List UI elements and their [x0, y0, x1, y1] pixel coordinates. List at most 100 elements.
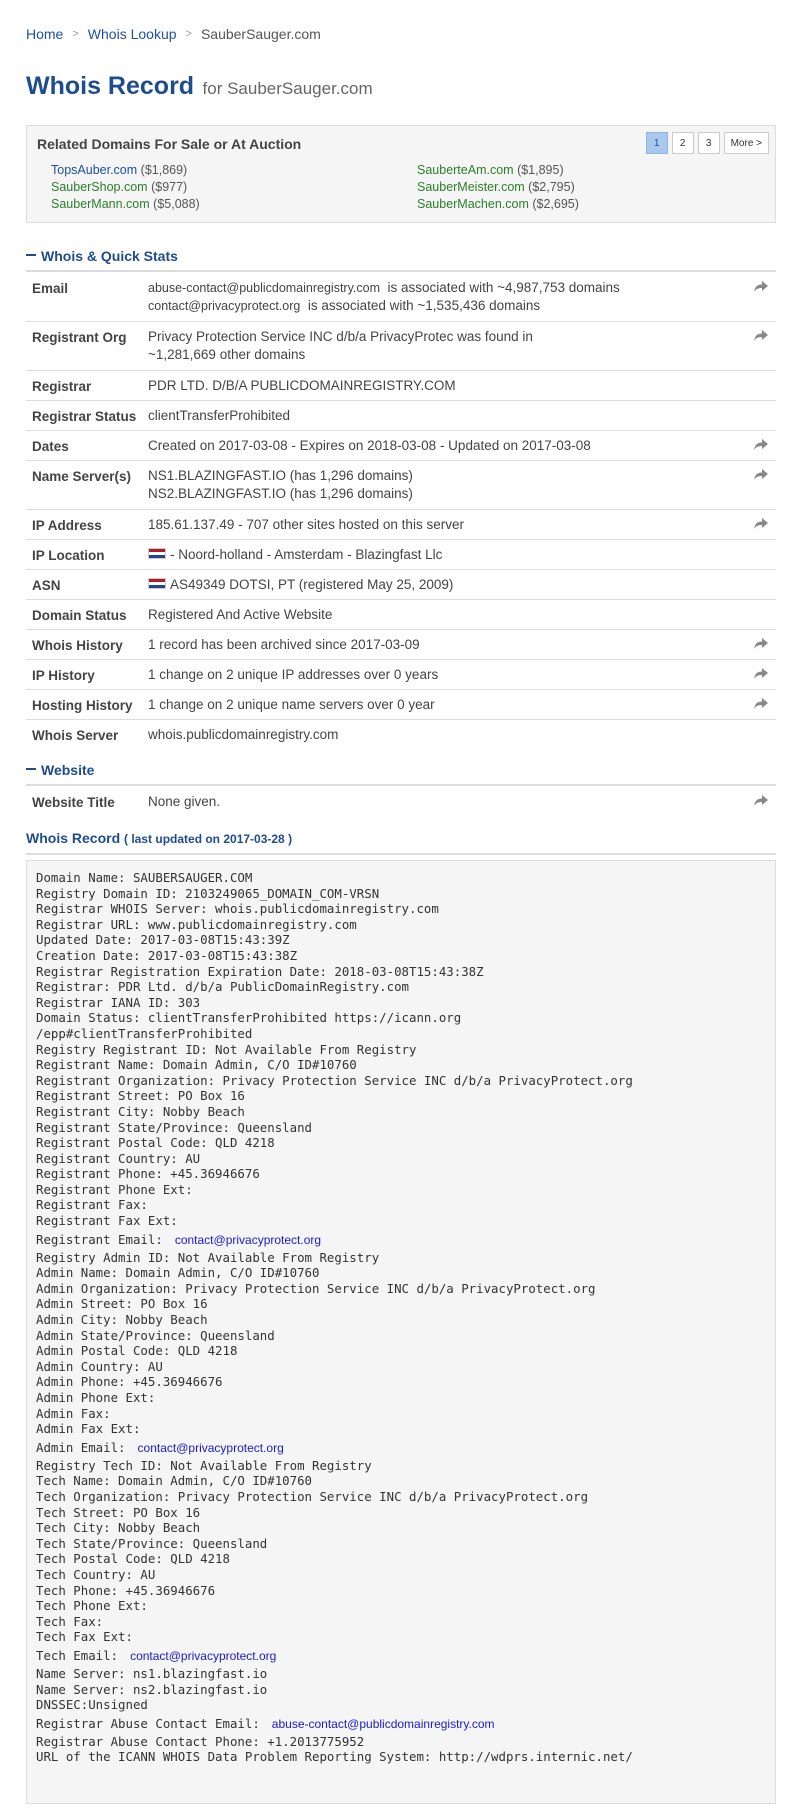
- share-arrow-icon[interactable]: [754, 439, 768, 451]
- whois-record-email-line: Tech Email: contact@privacyprotect.org: [36, 1645, 775, 1666]
- breadcrumb-home-link[interactable]: Home: [26, 26, 63, 42]
- email-address-link[interactable]: contact@privacyprotect.org: [148, 299, 300, 313]
- share-arrow-icon[interactable]: [754, 698, 768, 710]
- quick-stats-heading[interactable]: Whois & Quick Stats: [26, 248, 776, 272]
- share-arrow-icon[interactable]: [754, 518, 768, 530]
- stats-row-registrar: Registrar PDR LTD. D/B/A PUBLICDOMAINREG…: [26, 371, 776, 401]
- related-domain-link[interactable]: SauberMeister.com: [417, 180, 525, 194]
- whois-record-line: Tech City: Nobby Beach: [36, 1520, 201, 1536]
- whois-record-line: Registrant Postal Code: QLD 4218: [36, 1135, 275, 1151]
- share-arrow-icon[interactable]: [754, 668, 768, 680]
- stats-label: Name Server(s): [32, 469, 132, 484]
- whois-record-field-label: Admin Email:: [36, 1439, 126, 1455]
- netherlands-flag-icon: [148, 578, 166, 590]
- related-domain-item: SauberMann.com ($5,088): [51, 197, 417, 211]
- pager-page-2[interactable]: 2: [671, 132, 694, 154]
- whois-record-line: Admin Phone Ext:: [36, 1390, 156, 1405]
- website-heading[interactable]: Website: [26, 762, 776, 786]
- whois-record-line: Tech Fax:: [36, 1613, 104, 1629]
- whois-record-heading: Whois Record ( last updated on 2017-03-2…: [26, 830, 292, 846]
- website-heading-text: Website: [41, 762, 95, 778]
- asn-text: AS49349 DOTSI, PT (registered May 25, 20…: [170, 576, 454, 592]
- quick-stats-table: Email abuse-contact@publicdomainregistry…: [26, 273, 776, 750]
- whois-raw-record: Domain Name: SAUBERSAUGER.COM Registry Do…: [26, 860, 776, 1804]
- stats-value: 1 change on 2 unique name servers over 0…: [148, 696, 435, 712]
- whois-record-line: Admin City: Nobby Beach: [36, 1312, 208, 1328]
- related-domain-link[interactable]: SauberteAm.com: [417, 163, 514, 177]
- whois-record-email-link[interactable]: abuse-contact@publicdomainregistry.com: [272, 1717, 495, 1731]
- whois-record-line: /epp#clientTransferProhibited: [36, 1025, 253, 1041]
- whois-record-heading-text: Whois Record: [26, 830, 121, 846]
- share-arrow-icon[interactable]: [754, 281, 768, 293]
- stats-value: None given.: [148, 794, 221, 809]
- whois-record-email-link[interactable]: contact@privacyprotect.org: [138, 1441, 284, 1455]
- stats-value: PDR LTD. D/B/A PUBLICDOMAINREGISTRY.COM: [148, 377, 456, 393]
- whois-record-line: Registry Admin ID: Not Available From Re…: [36, 1249, 380, 1265]
- whois-record-line: Registrar WHOIS Server: whois.publicdoma…: [36, 901, 439, 917]
- related-domain-link[interactable]: SauberMachen.com: [417, 197, 529, 211]
- whois-record-line: Tech Phone: +45.36946676: [36, 1582, 216, 1598]
- whois-record-email-line: Registrant Email: contact@privacyprotect.…: [36, 1229, 775, 1250]
- stats-value: 1 change on 2 unique IP addresses over 0…: [148, 666, 439, 682]
- related-domain-item: SauberteAm.com ($1,895): [417, 163, 751, 177]
- whois-record-updated: ( last updated on 2017-03-28 ): [124, 832, 293, 846]
- whois-record-line: Name Server: ns1.blazingfast.io: [36, 1665, 268, 1681]
- stats-row-whois-history: Whois History 1 record has been archived…: [26, 630, 776, 660]
- stats-row-domain-status: Domain Status Registered And Active Webs…: [26, 600, 776, 630]
- pager-more-button[interactable]: More >: [723, 132, 769, 154]
- related-domain-link[interactable]: TopsAuber.com: [51, 163, 137, 177]
- share-arrow-icon[interactable]: [754, 469, 768, 481]
- email-assoc-text: is associated with ~1,535,436 domains: [307, 298, 541, 313]
- share-arrow-icon[interactable]: [754, 795, 768, 807]
- whois-record-line: Tech Street: PO Box 16: [36, 1504, 201, 1520]
- whois-record-line: Tech Country: AU: [36, 1566, 156, 1582]
- stats-row-whois-server: Whois Server whois.publicdomainregistry.…: [26, 720, 776, 750]
- whois-record-line: Admin Name: Domain Admin, C/O ID#10760: [36, 1265, 320, 1281]
- stats-value: whois.publicdomainregistry.com: [148, 727, 339, 742]
- breadcrumb-whois-lookup-link[interactable]: Whois Lookup: [88, 26, 177, 42]
- stats-label: Email: [32, 281, 69, 296]
- whois-record-line: Registrar: PDR Ltd. d/b/a PublicDomainRe…: [36, 979, 409, 995]
- whois-record-email-link[interactable]: contact@privacyprotect.org: [130, 1649, 276, 1663]
- page-title: Whois Record for SauberSauger.com: [26, 72, 373, 101]
- whois-record-line: Domain Name: SAUBERSAUGER.COM: [36, 870, 253, 885]
- whois-record-line: Registry Domain ID: 2103249065_DOMAIN_CO…: [36, 885, 380, 901]
- stats-value: Registered And Active Website: [148, 606, 333, 622]
- stats-label: IP Location: [32, 548, 105, 563]
- stats-label: Whois Server: [32, 728, 119, 743]
- share-arrow-icon[interactable]: [754, 330, 768, 342]
- whois-record-line: Tech Postal Code: QLD 4218: [36, 1551, 230, 1567]
- whois-record-line: Registrant Street: PO Box 16: [36, 1088, 245, 1104]
- name-server-line: NS2.BLAZINGFAST.IO (has 1,296 domains): [148, 486, 413, 501]
- related-domain-link[interactable]: SauberShop.com: [51, 180, 148, 194]
- whois-record-line: Registrant Fax:: [36, 1197, 148, 1213]
- related-domain-item: SauberMeister.com ($2,795): [417, 180, 751, 194]
- stats-value: 185.61.137.49 - 707 other sites hosted o…: [148, 516, 464, 532]
- page-title-text: Whois Record: [26, 72, 195, 100]
- related-domain-link[interactable]: SauberMann.com: [51, 197, 150, 211]
- whois-record-email-line: Registrar Abuse Contact Email: abuse-cont…: [36, 1713, 775, 1734]
- whois-record-line: Registrant Organization: Privacy Protect…: [36, 1072, 633, 1088]
- stats-label: Registrar Status: [32, 409, 137, 424]
- stats-value: AS49349 DOTSI, PT (registered May 25, 20…: [148, 570, 776, 600]
- whois-record-email-link[interactable]: contact@privacyprotect.org: [175, 1233, 321, 1247]
- share-arrow-icon[interactable]: [754, 638, 768, 650]
- name-server-line: NS1.BLAZINGFAST.IO (has 1,296 domains): [148, 468, 413, 483]
- whois-record-line: Updated Date: 2017-03-08T15:43:39Z: [36, 932, 290, 948]
- whois-record-line: Tech Phone Ext:: [36, 1598, 148, 1614]
- whois-record-line: Tech State/Province: Queensland: [36, 1535, 268, 1551]
- whois-record-line: Registrar URL: www.publicdomainregistry.…: [36, 916, 357, 932]
- breadcrumb-separator: >: [185, 28, 192, 40]
- whois-record-line: Admin Country: AU: [36, 1358, 163, 1374]
- pager-page-3[interactable]: 3: [697, 132, 720, 154]
- email-address-link[interactable]: abuse-contact@publicdomainregistry.com: [148, 281, 380, 295]
- related-domain-item: SauberMachen.com ($2,695): [417, 197, 751, 211]
- pager-page-1[interactable]: 1: [645, 132, 668, 154]
- ip-location-text: - Noord-holland - Amsterdam - Blazingfas…: [170, 546, 443, 562]
- whois-record-line: Tech Name: Domain Admin, C/O ID#10760: [36, 1473, 313, 1489]
- whois-record-line: Registry Tech ID: Not Available From Reg…: [36, 1457, 372, 1473]
- whois-record-line: Admin Postal Code: QLD 4218: [36, 1343, 238, 1359]
- whois-record-line: Admin Phone: +45.36946676: [36, 1374, 223, 1390]
- whois-record-field-label: Registrar Abuse Contact Email:: [36, 1715, 260, 1731]
- divider: [26, 853, 776, 855]
